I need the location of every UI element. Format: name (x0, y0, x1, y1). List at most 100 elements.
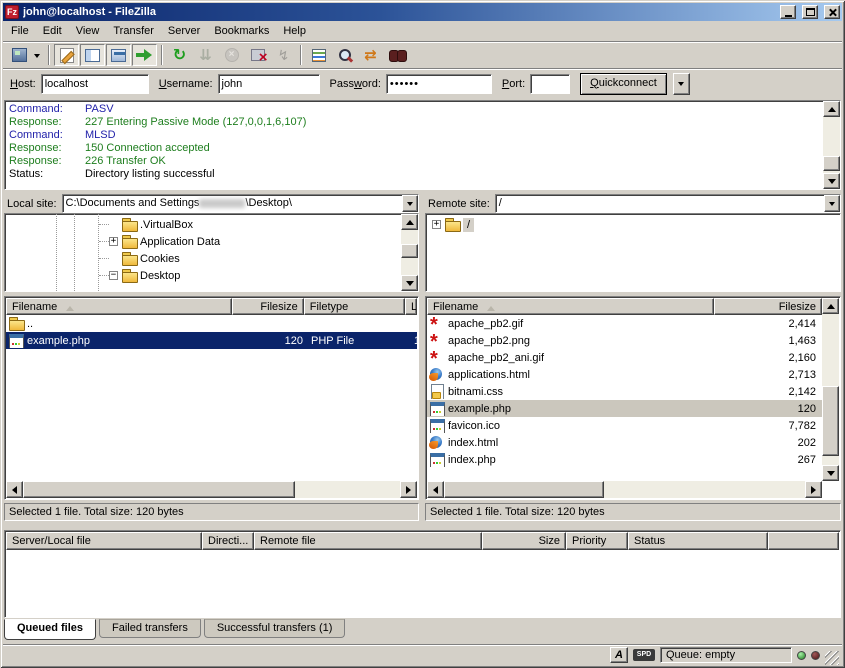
column-header-filesize[interactable]: Filesize (232, 298, 304, 315)
data-type-indicator-icon[interactable]: A (610, 647, 628, 663)
remote-site-dropdown-button[interactable] (824, 195, 840, 212)
scroll-thumb[interactable] (23, 481, 295, 498)
file-row[interactable]: favicon.ico 7,782 (427, 417, 822, 434)
scroll-left-button[interactable] (6, 481, 23, 498)
scroll-up-button[interactable] (822, 298, 839, 314)
resize-grip[interactable] (825, 651, 839, 665)
toggle-message-log-button[interactable] (54, 44, 79, 66)
remote-list-scrollbar[interactable] (822, 298, 839, 481)
quickconnect-button[interactable]: Quickconnect (580, 73, 667, 95)
find-files-button[interactable] (384, 44, 409, 66)
quickconnect-dropdown-button[interactable] (673, 73, 690, 95)
cancel-operation-button[interactable] (219, 44, 244, 66)
process-queue-button[interactable] (193, 44, 218, 66)
site-manager-dropdown-icon[interactable] (34, 54, 40, 61)
host-input[interactable]: localhost (41, 74, 149, 94)
menu-bookmarks[interactable]: Bookmarks (207, 22, 276, 40)
password-input[interactable]: •••••• (386, 74, 492, 94)
scroll-down-button[interactable] (823, 173, 840, 189)
scroll-thumb[interactable] (823, 156, 840, 171)
toggle-remote-tree-button[interactable] (106, 44, 131, 66)
scroll-up-button[interactable] (823, 101, 840, 117)
maximize-button[interactable] (802, 5, 818, 19)
file-row[interactable]: bitnami.css 2,142 (427, 383, 822, 400)
local-list-hscrollbar[interactable] (6, 481, 417, 498)
remote-list-hscrollbar[interactable] (427, 481, 822, 498)
file-row-parent-dir[interactable]: .. (6, 315, 417, 332)
toggle-queue-button[interactable] (132, 44, 157, 66)
tree-expander-icon[interactable] (109, 237, 118, 246)
column-header-server-local-file[interactable]: Server/Local file (6, 532, 202, 550)
host-label: Host: (10, 78, 36, 90)
column-header-filesize[interactable]: Filesize (714, 298, 822, 315)
disconnect-button[interactable] (245, 44, 270, 66)
username-input[interactable]: john (218, 74, 320, 94)
column-header-filename[interactable]: Filename (6, 298, 232, 315)
remote-site-combobox[interactable]: / (495, 194, 841, 213)
log-line: Response:226 Transfer OK (6, 155, 822, 168)
remote-site-path[interactable]: / (496, 195, 824, 212)
file-row[interactable]: index.php 267 (427, 451, 822, 468)
file-row[interactable]: apache_pb2.gif 2,414 (427, 315, 822, 332)
tree-item-application-data[interactable]: Application Data (5, 233, 418, 250)
column-header-status[interactable]: Status (628, 532, 768, 550)
column-header-size[interactable]: Size (482, 532, 566, 550)
transfer-queue-panel: Server/Local file Directi... Remote file… (4, 530, 841, 618)
toggle-local-tree-button[interactable] (80, 44, 105, 66)
scroll-thumb[interactable] (401, 244, 418, 258)
column-header-filename[interactable]: Filename (427, 298, 714, 315)
arrow-up-icon (827, 300, 835, 309)
tab-failed-transfers[interactable]: Failed transfers (99, 619, 201, 638)
file-row-example-php[interactable]: example.php 120 PHP File 1 (6, 332, 417, 349)
tab-queued-files[interactable]: Queued files (4, 619, 96, 640)
scroll-thumb[interactable] (822, 386, 839, 456)
scroll-up-button[interactable] (401, 214, 418, 230)
file-row[interactable]: applications.html 2,713 (427, 366, 822, 383)
column-header-direction[interactable]: Directi... (202, 532, 254, 550)
minimize-button[interactable] (780, 5, 796, 19)
tree-item-root[interactable]: / (426, 216, 840, 233)
tree-expander-icon[interactable] (432, 220, 441, 229)
menu-view[interactable]: View (69, 22, 107, 40)
synchronized-browsing-button[interactable] (358, 44, 383, 66)
local-tree-scrollbar[interactable] (401, 214, 418, 291)
menu-transfer[interactable]: Transfer (106, 22, 161, 40)
tree-item-cookies[interactable]: Cookies (5, 250, 418, 267)
file-row[interactable]: index.html 202 (427, 434, 822, 451)
local-site-path[interactable]: C:\Documents and Settings\Desktop\ (63, 195, 402, 212)
menu-server[interactable]: Server (161, 22, 207, 40)
scroll-right-button[interactable] (400, 481, 417, 498)
port-input[interactable] (530, 74, 570, 94)
arrow-down-icon (828, 179, 836, 188)
speed-limits-icon[interactable]: SPD (633, 649, 655, 661)
filter-button[interactable] (306, 44, 331, 66)
menu-edit[interactable]: Edit (36, 22, 69, 40)
column-header-filetype[interactable]: Filetype (304, 298, 405, 315)
file-row[interactable]: apache_pb2_ani.gif 2,160 (427, 349, 822, 366)
file-row[interactable]: apache_pb2.png 1,463 (427, 332, 822, 349)
site-manager-button[interactable] (7, 44, 32, 66)
log-scrollbar[interactable] (823, 101, 840, 189)
directory-comparison-button[interactable] (332, 44, 357, 66)
tree-item-virtualbox[interactable]: .VirtualBox (5, 216, 418, 233)
column-header-last-modified[interactable]: L (405, 298, 417, 315)
scroll-left-button[interactable] (427, 481, 444, 498)
file-row-example-php[interactable]: example.php 120 (427, 400, 822, 417)
close-button[interactable] (824, 5, 840, 19)
tree-item-desktop[interactable]: Desktop (5, 267, 418, 284)
menu-help[interactable]: Help (276, 22, 313, 40)
refresh-button[interactable] (167, 44, 192, 66)
tree-item-label: Application Data (140, 236, 220, 248)
scroll-right-button[interactable] (805, 481, 822, 498)
scroll-thumb[interactable] (444, 481, 604, 498)
tab-successful-transfers[interactable]: Successful transfers (1) (204, 619, 346, 638)
menu-file[interactable]: File (4, 22, 36, 40)
scroll-down-button[interactable] (401, 275, 418, 291)
scroll-down-button[interactable] (822, 465, 839, 481)
reconnect-button[interactable] (271, 44, 296, 66)
column-header-priority[interactable]: Priority (566, 532, 628, 550)
tree-expander-icon[interactable] (109, 271, 118, 280)
column-header-remote-file[interactable]: Remote file (254, 532, 482, 550)
local-site-dropdown-button[interactable] (402, 195, 418, 212)
local-site-combobox[interactable]: C:\Documents and Settings\Desktop\ (62, 194, 419, 213)
